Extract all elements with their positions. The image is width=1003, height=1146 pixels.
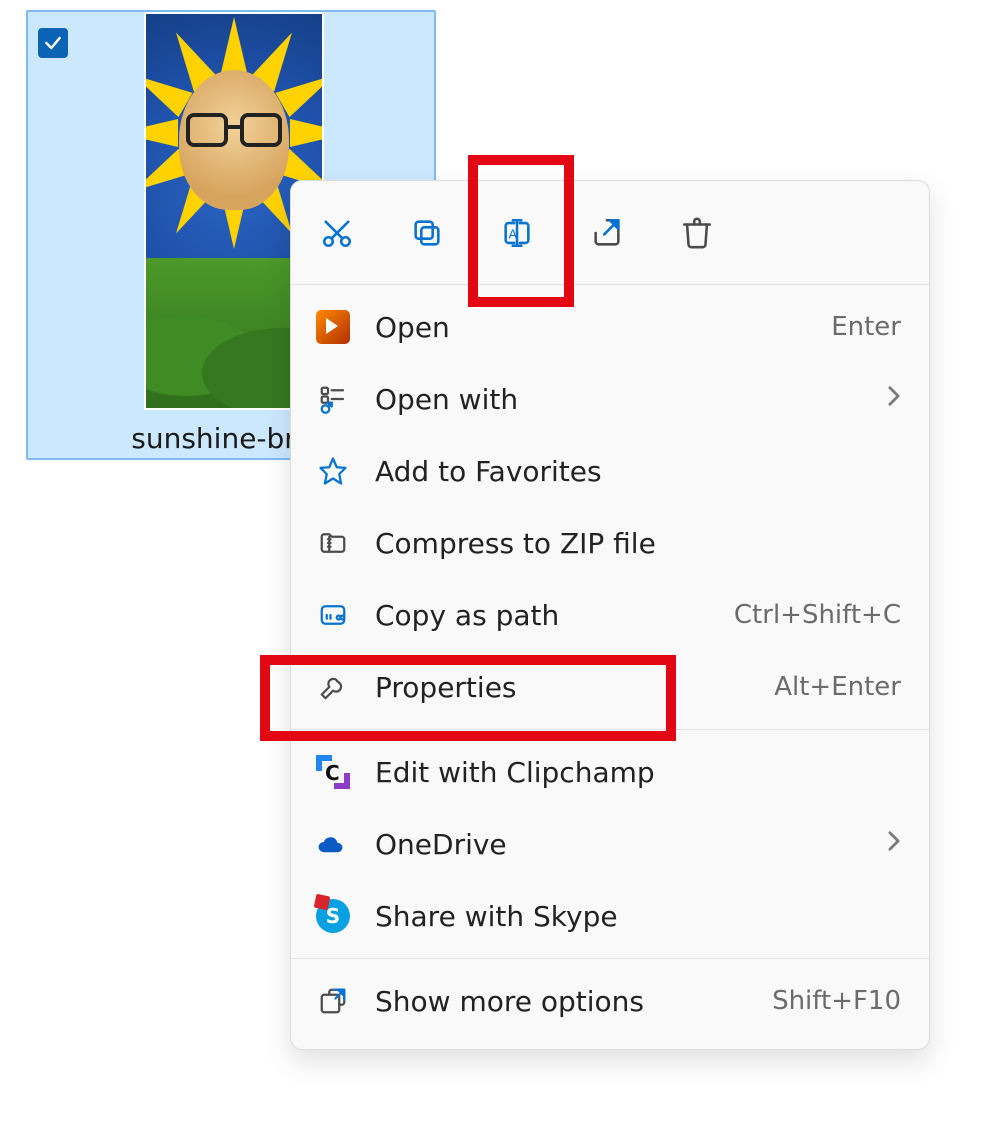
clipchamp-app-icon: C [313, 752, 353, 792]
menu-item-copy-as-path[interactable]: Copy as path Ctrl+Shift+C [291, 579, 929, 651]
wrench-icon [313, 667, 353, 707]
menu-item-onedrive[interactable]: OneDrive [291, 808, 929, 880]
selection-checkmark-icon[interactable] [38, 28, 68, 58]
menu-item-label: Add to Favorites [375, 455, 901, 488]
open-with-icon [313, 379, 353, 419]
menu-separator [291, 729, 929, 730]
menu-item-add-favorites[interactable]: Add to Favorites [291, 435, 929, 507]
menu-separator [291, 958, 929, 959]
menu-item-label: Share with Skype [375, 900, 901, 933]
menu-item-show-more-options[interactable]: Show more options Shift+F10 [291, 965, 929, 1037]
more-options-icon [313, 981, 353, 1021]
menu-item-label: Show more options [375, 985, 772, 1018]
svg-text:A: A [509, 226, 518, 241]
context-menu-list: Open Enter Open with [291, 285, 929, 1043]
chevron-right-icon [887, 830, 901, 858]
menu-item-accelerator: Ctrl+Shift+C [734, 600, 901, 630]
cut-icon[interactable] [315, 211, 359, 255]
menu-item-label: Open [375, 311, 831, 344]
context-menu-toolbar: A [291, 181, 929, 285]
menu-item-label: Compress to ZIP file [375, 527, 901, 560]
menu-item-compress-zip[interactable]: Compress to ZIP file [291, 507, 929, 579]
chevron-right-icon [887, 385, 901, 413]
menu-item-open-with[interactable]: Open with [291, 363, 929, 435]
share-icon[interactable] [585, 211, 629, 255]
menu-item-accelerator: Shift+F10 [772, 986, 901, 1016]
copy-path-icon [313, 595, 353, 635]
rename-icon[interactable]: A [495, 211, 539, 255]
menu-item-accelerator: Alt+Enter [774, 672, 901, 702]
zip-folder-icon [313, 523, 353, 563]
delete-icon[interactable] [675, 211, 719, 255]
media-player-app-icon [313, 307, 353, 347]
menu-item-share-skype[interactable]: S Share with Skype [291, 880, 929, 952]
menu-item-label: Properties [375, 671, 774, 704]
onedrive-app-icon [313, 824, 353, 864]
copy-icon[interactable] [405, 211, 449, 255]
menu-item-label: Copy as path [375, 599, 734, 632]
star-icon [313, 451, 353, 491]
menu-item-label: Edit with Clipchamp [375, 756, 901, 789]
menu-item-label: OneDrive [375, 828, 879, 861]
menu-item-edit-clipchamp[interactable]: C Edit with Clipchamp [291, 736, 929, 808]
menu-item-accelerator: Enter [831, 312, 901, 342]
menu-item-open[interactable]: Open Enter [291, 291, 929, 363]
skype-app-icon: S [313, 896, 353, 936]
menu-item-label: Open with [375, 383, 879, 416]
menu-item-properties[interactable]: Properties Alt+Enter [291, 651, 929, 723]
context-menu: A Open Enter [290, 180, 930, 1050]
